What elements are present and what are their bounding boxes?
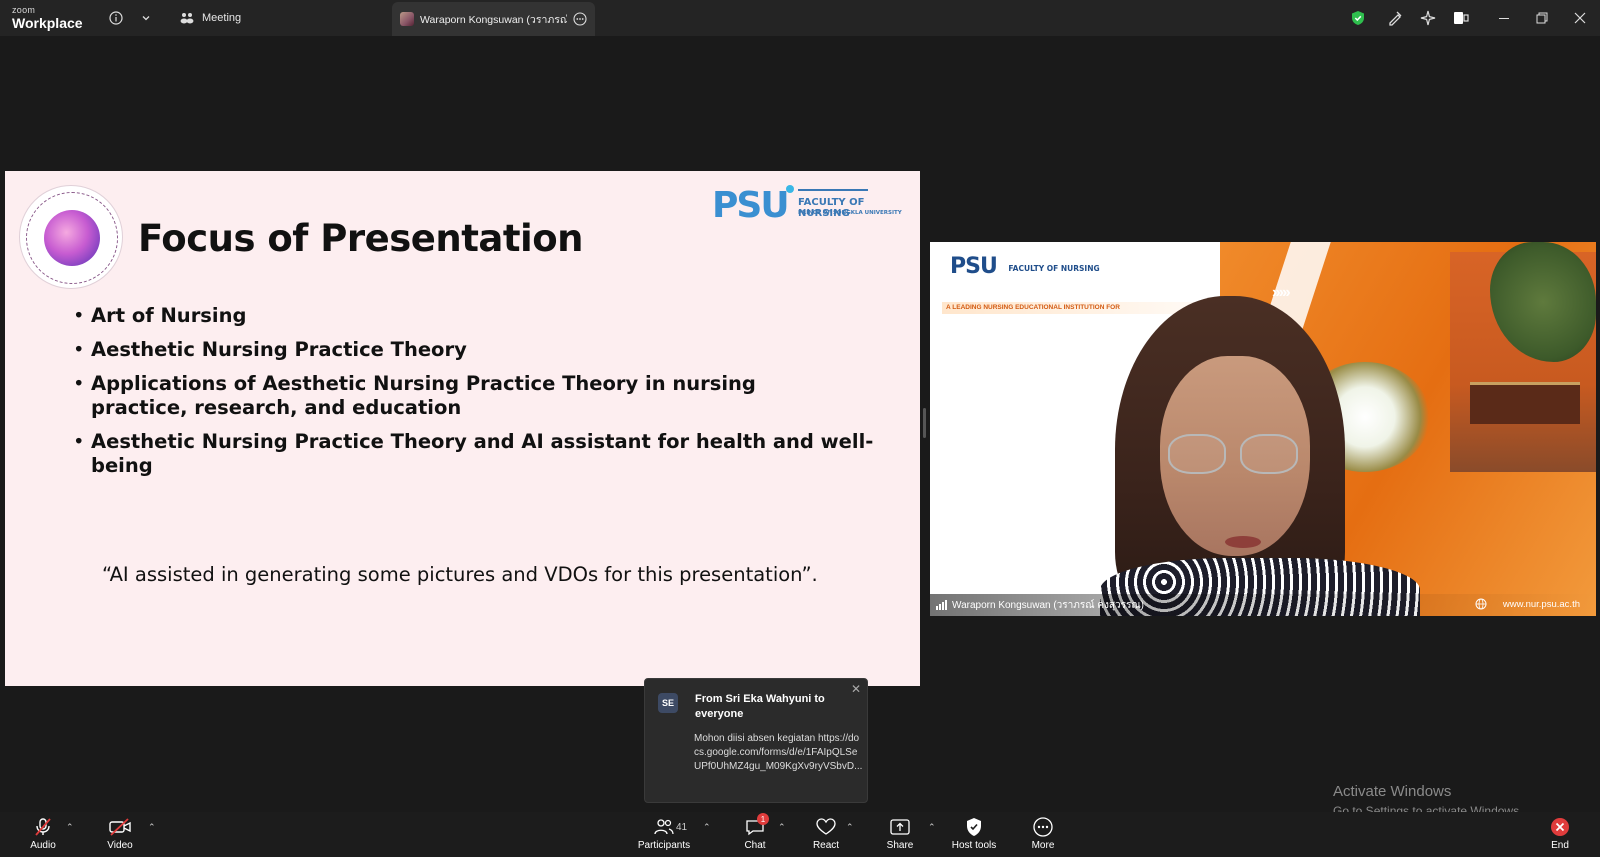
more-options-icon[interactable] — [573, 12, 587, 26]
ai-companion-sparkle-icon[interactable] — [1419, 9, 1437, 27]
share-screen-icon — [889, 816, 911, 838]
tab-avatar — [400, 12, 414, 26]
audio-button[interactable]: Audio — [13, 816, 73, 856]
react-label: React — [812, 840, 840, 851]
react-options-chevron-icon[interactable]: ⌃ — [846, 822, 854, 833]
chat-options-chevron-icon[interactable]: ⌃ — [778, 822, 786, 833]
logo-big-text: Workplace — [12, 15, 83, 31]
chat-notification[interactable]: SE From Sri Eka Wahyuni to everyone ✕ Mo… — [644, 678, 868, 803]
annotate-pen-icon[interactable] — [1386, 9, 1404, 27]
video-button[interactable]: Video — [90, 816, 150, 856]
muted-microphone-icon — [32, 816, 54, 838]
chat-sender: From Sri Eka Wahyuni to everyone — [695, 693, 825, 720]
more-button[interactable]: More — [1013, 816, 1073, 856]
participants-label: Participants — [637, 840, 691, 851]
meeting-toolbar: Audio ⌃ Video ⌃ Participants 41 ⌃ 1 Chat… — [0, 812, 1600, 857]
side-panel-icon[interactable] — [1452, 9, 1470, 27]
tab-meeting-label: Meeting — [202, 12, 242, 24]
share-label: Share — [886, 840, 914, 851]
chat-icon: 1 — [744, 813, 769, 838]
meeting-icon — [180, 13, 194, 24]
video-label: Video — [107, 840, 133, 851]
close-icon[interactable]: ✕ — [851, 682, 861, 696]
video-psu-logo: PSU FACULTY OF NURSING — [950, 254, 1100, 279]
info-icon[interactable] — [107, 9, 125, 27]
aesthetic-nursing-emblem — [19, 185, 123, 289]
tab-participant-name: Waraporn Kongsuwan (วราภรณ์ คง — [420, 13, 567, 26]
chat-unread-badge: 1 — [757, 813, 769, 825]
participant-count: 41 — [676, 822, 688, 833]
audio-label: Audio — [30, 840, 56, 851]
psu-faculty-logo: PSU FACULTY OF NURSING PRINCE OF SONGKLA… — [712, 183, 912, 233]
speaker-person — [1080, 296, 1420, 616]
tab-meeting[interactable]: Meeting — [180, 8, 241, 28]
restore-icon[interactable] — [1533, 9, 1551, 27]
end-label: End — [1551, 840, 1569, 851]
slide-title: Focus of Presentation — [138, 217, 583, 260]
close-window-icon[interactable] — [1571, 9, 1589, 27]
encryption-shield-icon[interactable] — [1349, 9, 1367, 27]
logo-small-text: zoom — [12, 5, 36, 15]
tab-participant-video[interactable]: Waraporn Kongsuwan (วราภรณ์ คง — [392, 2, 595, 36]
minimize-icon[interactable] — [1495, 9, 1513, 27]
participant-name: Waraporn Kongsuwan (วราภรณ์ คงสุวรรณ) — [952, 599, 1144, 611]
bullet-list: Art of Nursing Aesthetic Nursing Practic… — [73, 304, 913, 488]
share-button[interactable]: Share — [870, 816, 930, 856]
end-x-icon — [1549, 816, 1571, 838]
globe-icon — [1475, 598, 1487, 610]
chat-button[interactable]: 1 Chat — [725, 813, 785, 856]
more-label: More — [1031, 840, 1055, 851]
bullet-item: Aesthetic Nursing Practice Theory — [73, 338, 913, 362]
faculty-line-2: PRINCE OF SONGKLA UNIVERSITY — [798, 210, 902, 216]
host-tools-label: Host tools — [951, 840, 997, 851]
participant-video[interactable]: ››››› PSU FACULTY OF NURSING A LEADING N… — [930, 242, 1596, 616]
split-view-drag-handle[interactable] — [923, 408, 926, 438]
slide-quote: “AI assisted in generating some pictures… — [102, 563, 818, 586]
video-url: www.nur.psu.ac.th — [1475, 598, 1580, 610]
audio-options-chevron-icon[interactable]: ⌃ — [66, 822, 74, 833]
participants-icon — [653, 816, 675, 838]
glasses — [1168, 434, 1308, 478]
chevron-down-icon[interactable] — [137, 9, 155, 27]
sender-avatar: SE — [658, 693, 678, 713]
zoom-workplace-logo: zoom Workplace — [12, 5, 83, 31]
shared-slide: Focus of Presentation PSU FACULTY OF NUR… — [5, 171, 920, 686]
participants-options-chevron-icon[interactable]: ⌃ — [703, 822, 711, 833]
share-options-chevron-icon[interactable]: ⌃ — [928, 822, 936, 833]
bullet-item: Art of Nursing — [73, 304, 913, 328]
host-tools-button[interactable]: Host tools — [944, 816, 1004, 856]
more-dots-icon — [1032, 816, 1054, 838]
host-shield-icon — [963, 816, 985, 838]
chat-label: Chat — [744, 840, 766, 851]
heart-icon — [815, 816, 837, 838]
signal-strength-icon — [936, 600, 947, 610]
end-meeting-button[interactable]: End — [1530, 816, 1590, 856]
chat-message: Mohon diisi absen kegiatan https://docs.… — [694, 733, 863, 772]
activate-windows-title: Activate Windows — [1333, 783, 1452, 800]
title-bar: zoom Workplace Meeting Waraporn Kongsuwa… — [0, 0, 1600, 36]
bullet-item: Applications of Aesthetic Nursing Practi… — [73, 372, 833, 420]
stopped-video-camera-icon — [109, 816, 131, 838]
video-options-chevron-icon[interactable]: ⌃ — [148, 822, 156, 833]
bullet-item: Aesthetic Nursing Practice Theory and AI… — [73, 430, 913, 478]
psu-logo-text: PSU — [712, 185, 790, 226]
